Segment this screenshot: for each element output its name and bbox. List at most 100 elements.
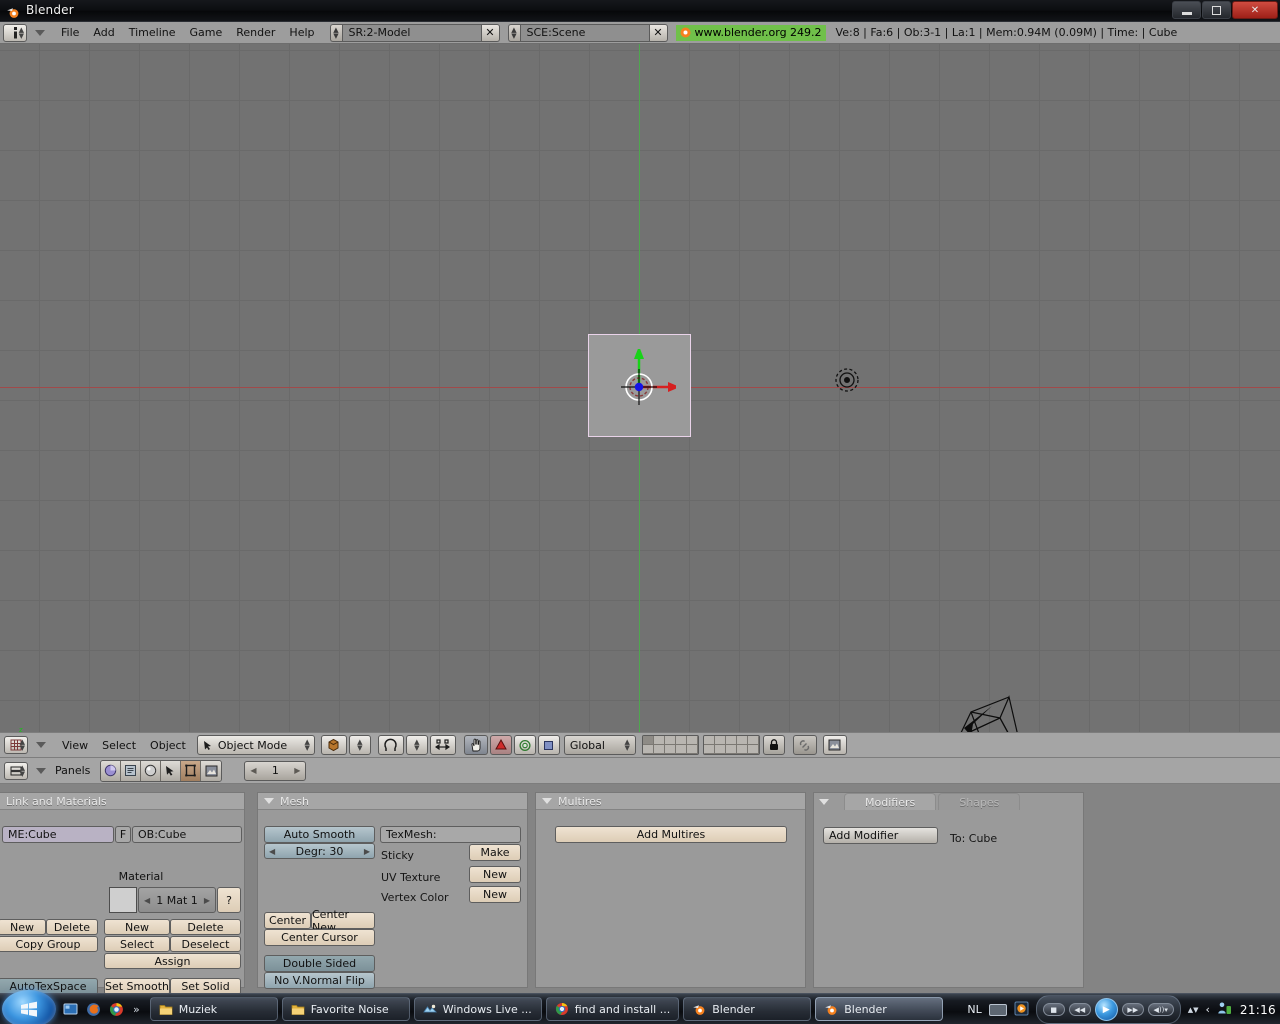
- layer-cell[interactable]: [686, 745, 698, 754]
- layer-cell[interactable]: [686, 736, 698, 745]
- rotate-ring-button[interactable]: [513, 735, 536, 755]
- auto-smooth-button[interactable]: Auto Smooth: [264, 826, 375, 843]
- task-muziek[interactable]: Muziek: [149, 997, 278, 1021]
- menu-file[interactable]: File: [54, 24, 86, 41]
- layer-cell[interactable]: [664, 745, 676, 754]
- center-button[interactable]: Center: [264, 912, 311, 929]
- copy-group-button[interactable]: Copy Group: [0, 936, 98, 952]
- tab-shapes[interactable]: Shapes: [938, 793, 1021, 810]
- task-favorite-noise[interactable]: Favorite Noise: [281, 997, 410, 1021]
- interaction-mode-selector[interactable]: Object Mode ▲ ▼: [196, 735, 315, 755]
- scene-delete-button[interactable]: ✕: [649, 23, 668, 42]
- windows-start-orb[interactable]: [2, 990, 56, 1024]
- lock-layers-button[interactable]: [762, 735, 785, 755]
- tab-modifiers[interactable]: Modifiers: [844, 793, 937, 810]
- mesh-name-field[interactable]: ME:Cube: [2, 826, 114, 843]
- panel-collapse-icon[interactable]: [819, 799, 829, 805]
- next-icon[interactable]: ▶▶: [1121, 1003, 1144, 1016]
- fake-user-button[interactable]: F: [115, 826, 131, 843]
- layer-cell[interactable]: [664, 736, 676, 745]
- screen-delete-button[interactable]: ✕: [481, 23, 500, 42]
- panel-collapse-icon[interactable]: [542, 798, 552, 804]
- panel-header-multires[interactable]: Multires: [536, 793, 805, 810]
- material-deselect-button[interactable]: Deselect: [170, 936, 241, 952]
- link-button[interactable]: [792, 735, 817, 755]
- context-scene-button[interactable]: [201, 760, 222, 781]
- task-blender-1[interactable]: Blender: [683, 997, 812, 1021]
- translate-manipulator-button[interactable]: [489, 735, 512, 755]
- chevron-left-icon[interactable]: ◀: [144, 896, 150, 905]
- 3d-viewport[interactable]: z x (1) Cube: [0, 44, 1280, 732]
- task-blender-2[interactable]: Blender: [815, 997, 944, 1021]
- menu-add[interactable]: Add: [86, 24, 121, 41]
- layer-cell[interactable]: [675, 736, 687, 745]
- draw-type-button[interactable]: [320, 735, 347, 755]
- material-assign-button[interactable]: Assign: [104, 953, 241, 969]
- menu-timeline[interactable]: Timeline: [122, 24, 183, 41]
- material-delete-button[interactable]: Delete: [170, 919, 241, 935]
- menu-render[interactable]: Render: [229, 24, 282, 41]
- stop-icon[interactable]: ■: [1042, 1003, 1065, 1016]
- clock[interactable]: 21:16: [1240, 1003, 1276, 1017]
- network-icon[interactable]: [1217, 1001, 1232, 1018]
- object-name-field[interactable]: OB:Cube: [132, 826, 242, 843]
- viewport-menu-select[interactable]: Select: [95, 737, 143, 754]
- layer-cell[interactable]: [747, 736, 759, 745]
- add-modifier-button[interactable]: Add Modifier: [823, 827, 938, 844]
- menu-help[interactable]: Help: [282, 24, 321, 41]
- uv-texture-new-button[interactable]: New: [469, 866, 521, 883]
- scene-browse-icon[interactable]: ▲ ▼: [507, 23, 520, 42]
- context-shading-button[interactable]: [141, 760, 162, 781]
- context-object-button[interactable]: [161, 760, 182, 781]
- material-index-selector[interactable]: ◀ 1 Mat 1 ▶: [138, 887, 216, 913]
- camera-object[interactable]: [940, 689, 1040, 732]
- version-chip[interactable]: www.blender.org 249.2: [675, 24, 826, 41]
- viewport-collapse-icon[interactable]: [36, 742, 46, 748]
- chevron-right-icon[interactable]: ▶: [294, 766, 300, 775]
- quick-launch-overflow-icon[interactable]: »: [133, 1003, 140, 1016]
- center-cursor-button[interactable]: Center Cursor: [264, 929, 375, 946]
- keyboard-icon[interactable]: [988, 1003, 1007, 1016]
- render-preview-button[interactable]: [822, 735, 847, 755]
- maximize-button[interactable]: [1202, 1, 1231, 19]
- layer-cell[interactable]: [736, 736, 748, 745]
- layer-cell[interactable]: [714, 745, 726, 754]
- layer-cell[interactable]: [747, 745, 759, 754]
- media-player-icon[interactable]: [1014, 1001, 1029, 1019]
- task-windows-live[interactable]: Windows Live ...: [413, 997, 542, 1021]
- minimize-button[interactable]: [1172, 1, 1201, 19]
- menu-game[interactable]: Game: [183, 24, 230, 41]
- hand-cursor-button[interactable]: [463, 735, 488, 755]
- chevron-left-icon[interactable]: ◀: [269, 847, 275, 856]
- draw-type-spinner[interactable]: ▲ ▼: [348, 735, 371, 755]
- chevron-right-icon[interactable]: ▶: [204, 896, 210, 905]
- layer-cell[interactable]: [703, 745, 715, 754]
- chevron-left-icon[interactable]: ◀: [250, 766, 256, 775]
- layer-cell[interactable]: [653, 745, 665, 754]
- vertex-group-new-button[interactable]: New: [0, 919, 46, 935]
- layer-cell[interactable]: [653, 736, 665, 745]
- layer-group-second[interactable]: [702, 735, 760, 755]
- volume-icon[interactable]: ◀))▾: [1147, 1003, 1174, 1016]
- double-sided-button[interactable]: Double Sided: [264, 955, 375, 972]
- material-color-swatch[interactable]: [109, 887, 137, 913]
- frame-number-field[interactable]: ◀ 1 ▶: [244, 760, 307, 781]
- lamp-object[interactable]: [833, 366, 861, 394]
- task-find-and-install[interactable]: find and install ...: [545, 997, 680, 1021]
- material-new-button[interactable]: New: [104, 919, 170, 935]
- context-logic-button[interactable]: [101, 760, 122, 781]
- language-indicator[interactable]: NL: [967, 1003, 981, 1016]
- layer-cell[interactable]: [642, 745, 654, 754]
- layer-cell[interactable]: [714, 736, 726, 745]
- chevron-right-icon[interactable]: ▶: [364, 847, 370, 856]
- sticky-make-button[interactable]: Make: [469, 844, 521, 861]
- header-collapse-icon[interactable]: [35, 29, 45, 36]
- screen-browse-icon[interactable]: ▲ ▼: [329, 23, 342, 42]
- close-button[interactable]: ✕: [1232, 1, 1278, 19]
- firefox-icon[interactable]: [85, 1001, 101, 1017]
- transform-manipulator[interactable]: [602, 349, 676, 423]
- layer-cell[interactable]: [725, 745, 737, 754]
- auto-smooth-degree-slider[interactable]: ◀ Degr: 30 ▶: [264, 843, 375, 859]
- context-script-button[interactable]: [121, 760, 142, 781]
- viewport-menu-view[interactable]: View: [55, 737, 95, 754]
